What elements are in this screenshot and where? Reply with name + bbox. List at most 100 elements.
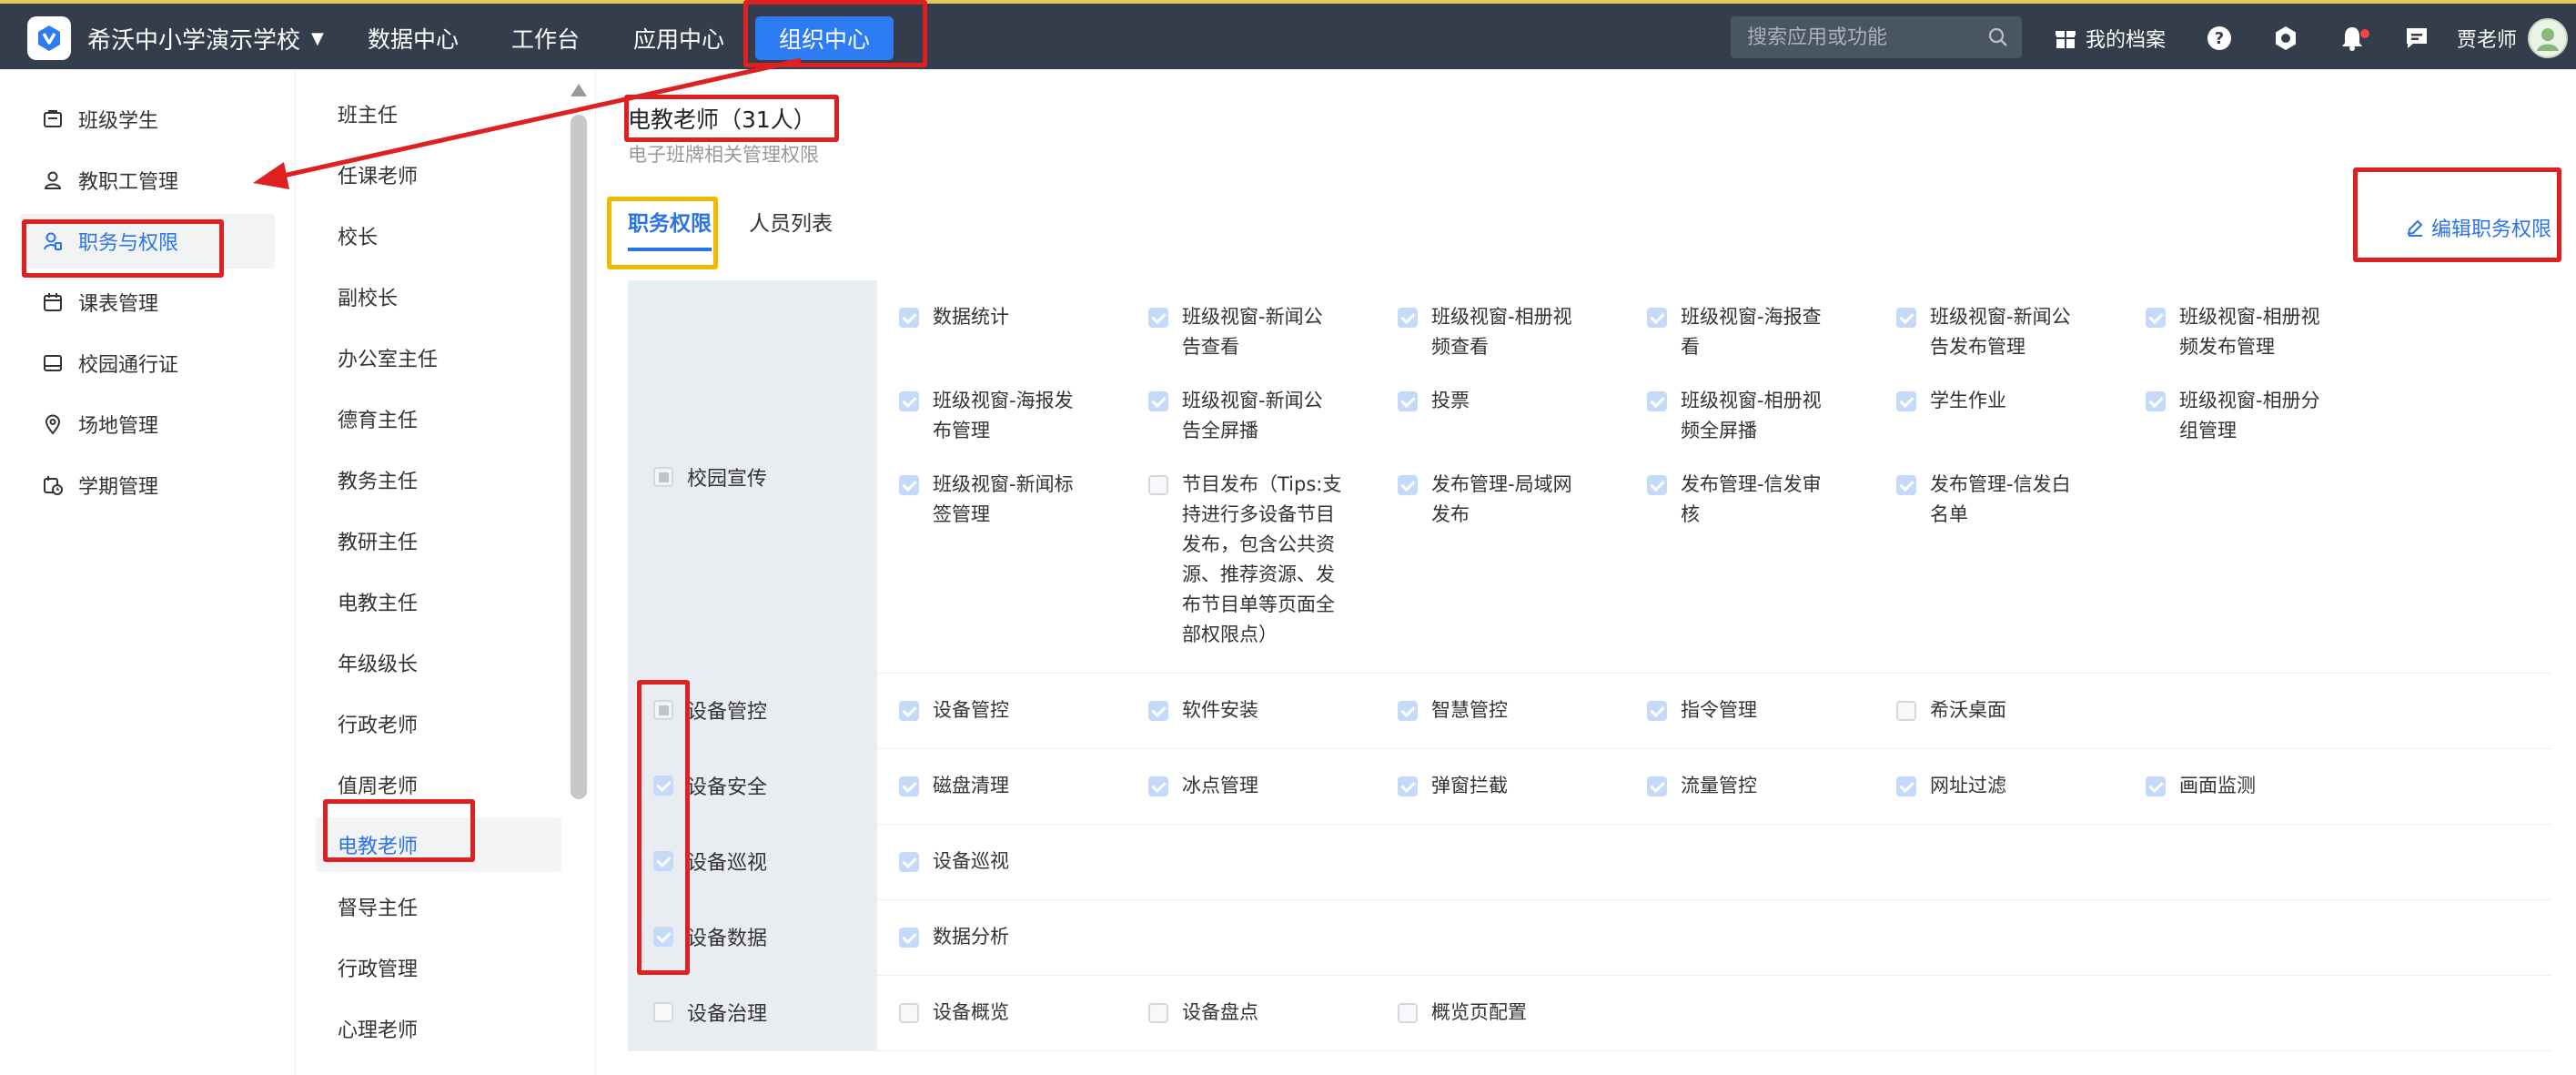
checkbox[interactable] [899,852,919,872]
search-input[interactable] [1747,25,1975,49]
checkbox[interactable] [1398,776,1418,796]
position-item[interactable]: 德育主任 [316,391,561,446]
checkbox[interactable] [1148,1003,1168,1023]
settings-icon[interactable] [2273,16,2298,60]
user-menu[interactable]: 贾老师 [2457,16,2569,60]
permission-item[interactable]: 设备盘点 [1148,998,1258,1028]
permission-item[interactable]: 班级视窗-海报发 布管理 [899,386,1074,446]
permission-item[interactable]: 软件安装 [1148,695,1258,725]
menu-item-semester[interactable]: 学期管理 [20,458,275,512]
permission-item[interactable]: 班级视窗-相册分 组管理 [2146,386,2320,446]
permission-item[interactable]: 发布管理-局域网 发布 [1398,470,1572,530]
position-item[interactable]: 副校长 [316,269,561,324]
notification-bell-icon[interactable] [2340,16,2369,60]
search-icon[interactable] [1987,26,2009,52]
permission-item[interactable]: 设备概览 [899,998,1009,1028]
permission-item[interactable]: 弹窗拦截 [1398,771,1508,801]
checkbox[interactable] [1148,391,1168,411]
checkbox[interactable] [899,776,919,796]
nav-data-center[interactable]: 数据中心 [368,16,459,60]
checkbox[interactable] [1647,701,1667,721]
checkbox[interactable] [899,475,919,495]
checkbox[interactable] [1647,391,1667,411]
permission-item[interactable]: 发布管理-信发审 核 [1647,470,1822,530]
position-item[interactable]: 教务主任 [316,452,561,507]
checkbox[interactable] [1398,391,1418,411]
permission-item[interactable]: 学生作业 [1896,386,2006,416]
message-icon[interactable] [2404,16,2430,60]
permission-item[interactable]: 设备巡视 [899,847,1009,877]
permission-item[interactable]: 希沃桌面 [1896,695,2006,725]
checkbox[interactable] [1896,475,1916,495]
checkbox[interactable] [899,928,919,948]
nav-workbench[interactable]: 工作台 [511,16,580,60]
permission-item[interactable]: 班级视窗-海报查 看 [1647,302,1822,362]
permission-item[interactable]: 数据统计 [899,302,1009,332]
menu-item-venue[interactable]: 场地管理 [20,397,275,451]
permission-item[interactable]: 数据分析 [899,922,1009,952]
scroll-up-arrow[interactable] [571,84,587,96]
checkbox[interactable] [2146,776,2166,796]
checkbox[interactable] [899,391,919,411]
position-item[interactable]: 教研主任 [316,513,561,568]
position-item[interactable]: 任课老师 [316,147,561,202]
permission-item[interactable]: 磁盘清理 [899,771,1009,801]
position-item[interactable]: 办公室主任 [316,330,561,385]
checkbox[interactable] [1148,308,1168,328]
menu-item-class-students[interactable]: 班级学生 [20,92,275,147]
permission-item[interactable]: 班级视窗-新闻公 告发布管理 [1896,302,2071,362]
position-list-scrollbar[interactable] [571,115,587,799]
checkbox[interactable] [1647,776,1667,796]
permission-item[interactable]: 班级视窗-新闻公 告查看 [1148,302,1323,362]
checkbox[interactable] [1896,776,1916,796]
position-item[interactable]: 班主任 [316,86,561,141]
checkbox[interactable] [1896,308,1916,328]
permission-item[interactable]: 班级视窗-相册视 频查看 [1398,302,1572,362]
checkbox[interactable] [1148,475,1168,495]
position-item[interactable]: 心理老师 [316,1001,561,1056]
checkbox[interactable] [1148,701,1168,721]
checkbox[interactable] [1398,308,1418,328]
permission-item[interactable]: 智慧管控 [1398,695,1508,725]
tab-member-list[interactable]: 人员列表 [749,206,833,251]
position-item[interactable]: 督导主任 [316,879,561,934]
position-item[interactable]: 行政老师 [316,696,561,751]
checkbox[interactable] [1148,776,1168,796]
school-switcher[interactable]: 希沃中小学演示学校 ▼ [27,16,324,60]
position-item[interactable]: 年级级长 [316,635,561,690]
category-checkbox[interactable] [653,1002,673,1022]
permission-item[interactable]: 画面监测 [2146,771,2256,801]
permission-item[interactable]: 冰点管理 [1148,771,1258,801]
permission-item[interactable]: 班级视窗-新闻标 签管理 [899,470,1074,530]
permission-item[interactable]: 投票 [1398,386,1470,416]
permission-item[interactable]: 发布管理-信发白 名单 [1896,470,2071,530]
menu-item-schedule[interactable]: 课表管理 [20,275,275,330]
permission-item[interactable]: 班级视窗-新闻公 告全屏播 [1148,386,1323,446]
menu-item-campus-pass[interactable]: 校园通行证 [20,336,275,390]
position-item[interactable]: 电教主任 [316,574,561,629]
checkbox[interactable] [899,308,919,328]
permission-item[interactable]: 节目发布（Tips:支 持进行多设备节目 发布，包含公共资 源、推荐资源、发 布… [1148,470,1341,650]
permission-item[interactable]: 网址过滤 [1896,771,2006,801]
checkbox[interactable] [2146,391,2166,411]
permission-item[interactable]: 班级视窗-相册视 频发布管理 [2146,302,2320,362]
checkbox[interactable] [1896,391,1916,411]
nav-app-center[interactable]: 应用中心 [633,16,724,60]
checkbox[interactable] [1398,701,1418,721]
checkbox[interactable] [899,1003,919,1023]
menu-item-staff-management[interactable]: 教职工管理 [20,153,275,208]
permission-item[interactable]: 概览页配置 [1398,998,1527,1028]
permission-item[interactable]: 班级视窗-相册视 频全屏播 [1647,386,1822,446]
position-item[interactable]: 行政管理 [316,940,561,995]
category-checkbox[interactable] [653,467,673,487]
checkbox[interactable] [1647,308,1667,328]
checkbox[interactable] [1398,475,1418,495]
checkbox[interactable] [1398,1003,1418,1023]
checkbox[interactable] [1647,475,1667,495]
permission-item[interactable]: 流量管控 [1647,771,1757,801]
permission-item[interactable]: 指令管理 [1647,695,1757,725]
position-item[interactable]: 校长 [316,208,561,263]
my-profile-button[interactable]: 我的档案 [2055,16,2166,60]
checkbox[interactable] [899,701,919,721]
help-icon[interactable]: ? [2207,16,2232,60]
